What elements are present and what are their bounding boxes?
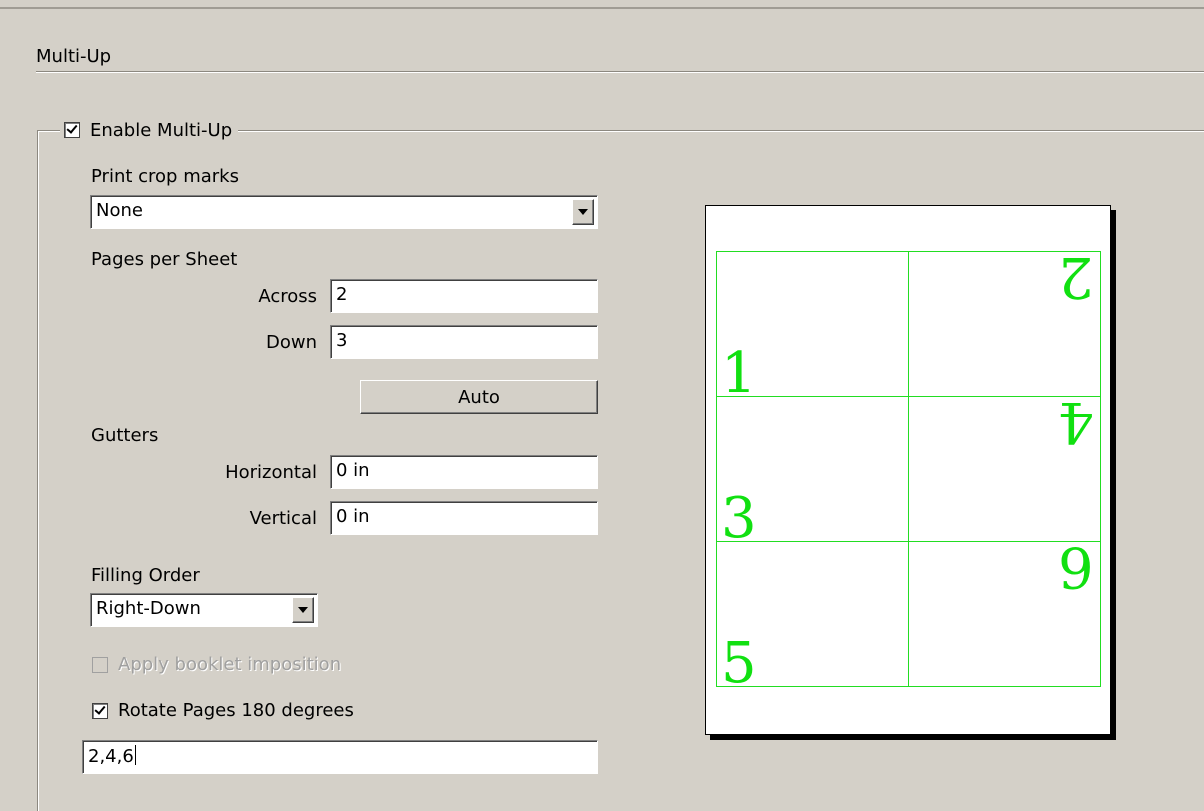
preview-page-cell: 3 (716, 396, 909, 547)
preview-page-number: 3 (721, 486, 757, 551)
filling-order-select[interactable]: Right-Down (90, 593, 318, 627)
rotate-pages-input[interactable]: 2,4,6 (82, 740, 598, 774)
horizontal-gutter-label: Horizontal (225, 462, 317, 483)
preview-page-cell: 6 (908, 534, 1101, 687)
top-divider (0, 7, 1204, 9)
auto-button[interactable]: Auto (360, 380, 598, 414)
gutters-label: Gutters (91, 425, 159, 446)
across-input[interactable]: 2 (330, 279, 598, 313)
filling-order-dropdown-button[interactable] (292, 597, 314, 623)
enable-multiup-checkbox[interactable]: Enable Multi-Up (60, 116, 239, 144)
checkbox-icon[interactable] (92, 656, 108, 673)
crop-marks-select[interactable]: None (90, 195, 598, 229)
checkbox-check-icon[interactable] (92, 702, 108, 719)
preview-page-number: 2 (1058, 244, 1094, 309)
preview-page-number: 5 (721, 631, 757, 696)
preview-page-cell: 4 (908, 389, 1101, 542)
layout-preview: 1 2 3 4 5 6 (705, 205, 1111, 735)
horizontal-gutter-input[interactable]: 0 in (330, 455, 598, 489)
preview-page-cell: 2 (908, 244, 1101, 397)
preview-page-number: 6 (1058, 534, 1094, 599)
section-divider (36, 71, 1204, 73)
preview-page-number: 1 (721, 341, 757, 406)
preview-page-cell: 1 (716, 251, 909, 402)
vertical-gutter-input[interactable]: 0 in (330, 501, 598, 535)
section-title: Multi-Up (36, 46, 112, 67)
crop-marks-value: None (96, 200, 143, 221)
rotate-pages-value: 2,4,6 (88, 746, 134, 767)
chevron-down-icon (578, 209, 588, 215)
booklet-checkbox[interactable]: Apply booklet imposition (92, 654, 341, 675)
crop-marks-dropdown-button[interactable] (572, 199, 594, 225)
across-label: Across (258, 286, 317, 307)
down-input[interactable]: 3 (330, 325, 598, 359)
preview-page-number: 4 (1058, 389, 1094, 454)
booklet-label: Apply booklet imposition (118, 654, 342, 675)
enable-multiup-label: Enable Multi-Up (90, 119, 233, 141)
filling-order-value: Right-Down (96, 598, 201, 619)
checkbox-check-icon[interactable] (64, 122, 80, 138)
preview-page-cell: 5 (716, 541, 909, 692)
rotate-checkbox[interactable]: Rotate Pages 180 degrees (92, 700, 354, 721)
text-caret (134, 745, 136, 765)
filling-order-label: Filling Order (91, 565, 200, 586)
pages-per-sheet-label: Pages per Sheet (91, 249, 238, 270)
crop-marks-label: Print crop marks (91, 166, 239, 187)
vertical-gutter-label: Vertical (249, 508, 317, 529)
rotate-label: Rotate Pages 180 degrees (118, 700, 354, 721)
chevron-down-icon (298, 607, 308, 613)
down-label: Down (265, 332, 317, 353)
